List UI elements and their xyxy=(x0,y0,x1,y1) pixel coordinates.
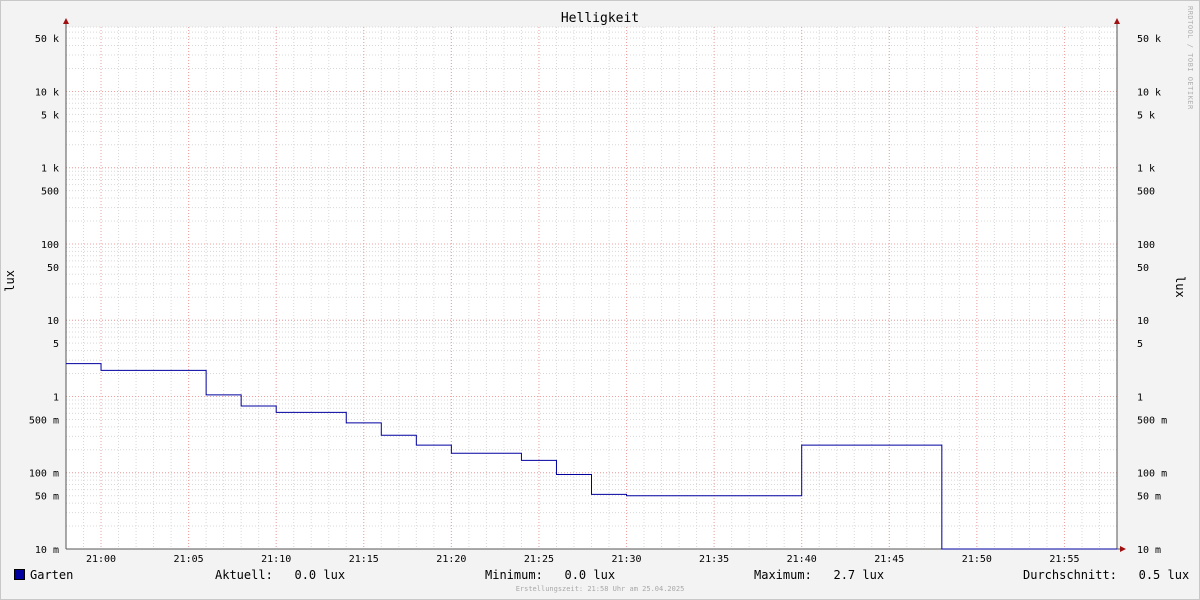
y-tick-label-right: 500 m xyxy=(1137,415,1167,426)
x-tick-label: 21:55 xyxy=(1049,554,1079,565)
y-tick-label-right: 500 xyxy=(1137,187,1155,198)
x-tick-label: 21:50 xyxy=(962,554,992,565)
y-tick-label-right: 50 m xyxy=(1137,492,1161,503)
chart-canvas: 50 k 50 k 10 k 10 k 5 k 5 k 1 k 1 k 500 500 100 100… xyxy=(29,18,1167,565)
x-tick-label: 21:30 xyxy=(611,554,641,565)
y-tick-label-right: 10 xyxy=(1137,316,1149,327)
y-tick-label-left: 100 m xyxy=(29,469,59,480)
x-tick-label: 21:10 xyxy=(261,554,291,565)
y-tick-label-right: 5 k xyxy=(1137,110,1155,121)
x-axis-arrow xyxy=(1120,546,1126,552)
y-axis-label-right: lux xyxy=(1173,276,1187,298)
y-tick-label-left: 5 xyxy=(53,339,59,350)
footer-timestamp: Erstellungszeit: 21:58 Uhr am 25.04.2025 xyxy=(515,585,685,593)
legend-swatch xyxy=(14,569,25,580)
legend-maximum: Maximum: 2.7 lux xyxy=(754,568,885,582)
y-tick-label-right: 100 xyxy=(1137,240,1155,251)
x-tick-label: 21:15 xyxy=(349,554,379,565)
y-tick-label-right: 50 k xyxy=(1137,34,1161,45)
watermark: RRDTOOL / TOBI OETIKER xyxy=(1186,6,1194,110)
y-tick-label-left: 10 xyxy=(47,316,59,327)
x-tick-label: 21:25 xyxy=(524,554,554,565)
y-tick-label-left: 50 xyxy=(47,263,59,274)
y-tick-label-left: 10 m xyxy=(35,545,59,556)
y-tick-label-left: 1 xyxy=(53,392,59,403)
chart-title: Helligkeit xyxy=(560,11,640,26)
y-tick-label-left: 100 xyxy=(41,240,59,251)
y-tick-label-right: 1 k xyxy=(1137,164,1155,175)
y-tick-label-left: 50 m xyxy=(35,492,59,503)
y-tick-label-right: 10 k xyxy=(1137,87,1161,98)
x-tick-label: 21:35 xyxy=(699,554,729,565)
y-tick-label-left: 5 k xyxy=(41,110,59,121)
x-tick-label: 21:40 xyxy=(787,554,817,565)
y-axis-label-left: lux xyxy=(3,270,17,292)
y-tick-label-left: 500 m xyxy=(29,415,59,426)
x-tick-label: 21:00 xyxy=(86,554,116,565)
y-tick-label-right: 10 m xyxy=(1137,545,1161,556)
y-tick-label-left: 50 k xyxy=(35,34,59,45)
x-tick-label: 21:05 xyxy=(174,554,204,565)
y-tick-label-left: 10 k xyxy=(35,87,59,98)
legend-minimum: Minimum: 0.0 lux xyxy=(485,568,616,582)
legend-series-name: Garten xyxy=(30,568,74,582)
y-tick-label-right: 1 xyxy=(1137,392,1143,403)
y-tick-label-left: 1 k xyxy=(41,164,59,175)
x-tick-label: 21:20 xyxy=(436,554,466,565)
y-tick-label-right: 100 m xyxy=(1137,469,1167,480)
legend-average: Durchschnitt: 0.5 lux xyxy=(1023,568,1190,582)
legend-current: Aktuell: 0.0 lux xyxy=(215,568,346,582)
y-tick-label-right: 5 xyxy=(1137,339,1143,350)
y-tick-label-left: 500 xyxy=(41,187,59,198)
x-tick-label: 21:45 xyxy=(874,554,904,565)
y-tick-label-right: 50 xyxy=(1137,263,1149,274)
